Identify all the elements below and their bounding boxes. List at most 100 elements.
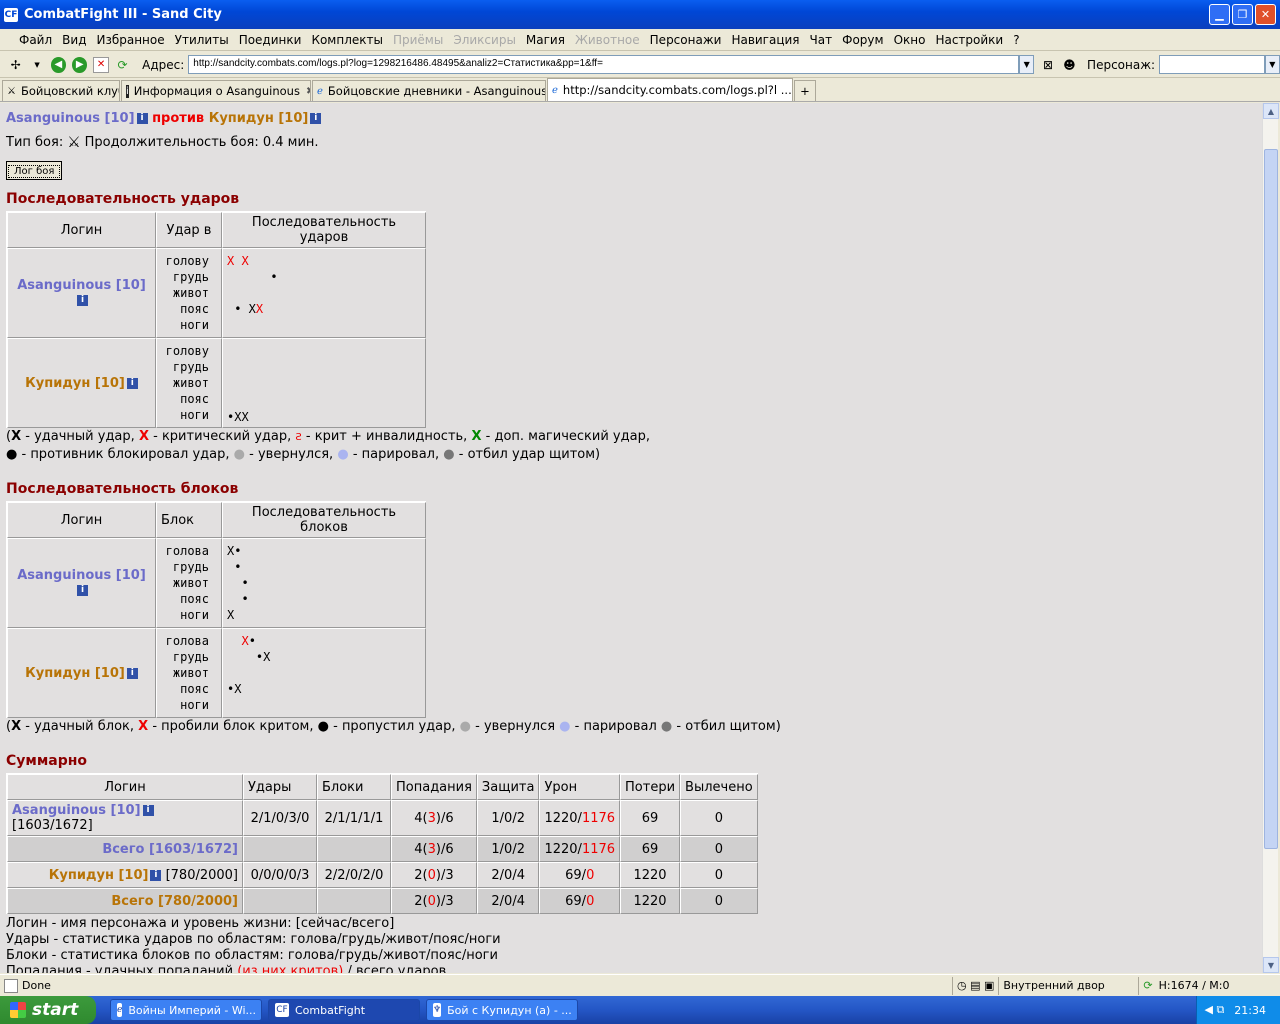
menu-item-10[interactable]: Персонажи	[645, 33, 727, 47]
system-tray: ◀ ⧉ 21:34	[1196, 996, 1280, 1024]
ie-icon: ℯ	[317, 85, 323, 97]
summary-title: Суммарно	[6, 753, 88, 769]
back-icon[interactable]: ◀	[50, 56, 67, 73]
tab-log[interactable]: ℯ http://sandcity.combats.com/logs.pl?l .…	[547, 78, 793, 101]
p1-block-sequence: X• • • • X	[222, 538, 426, 628]
minimize-button[interactable]: ▁	[1209, 4, 1230, 25]
page-content: Asanguinous [10] i против Купидун [10] i Т…	[0, 103, 1262, 973]
menu-item-14[interactable]: Окно	[889, 33, 931, 47]
dropdown-arrow-icon[interactable]: ▼	[29, 57, 44, 73]
menu-item-15[interactable]: Настройки	[930, 33, 1008, 47]
menu-item-3[interactable]: Утилиты	[170, 33, 234, 47]
player2-link[interactable]: Купидун [10]	[25, 666, 125, 681]
menu-item-5[interactable]: Комплекты	[306, 33, 388, 47]
blocks-table: Логин Блок Последовательность блоков Asa…	[6, 501, 426, 718]
task-combatfight[interactable]: CF CombatFight	[268, 999, 420, 1021]
task-fight[interactable]: ♆ Бой с Купидун (а) - ...	[426, 999, 578, 1021]
person-dropdown-icon[interactable]: ▼	[1264, 55, 1280, 74]
p2-block-sequence: X• •X •X	[222, 628, 426, 718]
status-icons: ◷ ▤ ▣	[952, 976, 998, 995]
maximize-button[interactable]: ❐	[1232, 4, 1253, 25]
address-dropdown-icon[interactable]: ▼	[1018, 55, 1035, 74]
menu-item-9[interactable]: Животное	[570, 33, 645, 47]
table-row: Всего [1603/1672] 4(3)/6 1/0/2 1220/1176…	[7, 836, 758, 862]
fight-meta: Тип боя: ⚔ Продолжительность боя: 0.4 ми…	[6, 133, 319, 151]
player2-link[interactable]: Купидун [10]	[209, 111, 309, 126]
hits-table: Логин Удар в Последовательность ударов A…	[6, 211, 426, 428]
menu-item-0[interactable]: Файл	[14, 33, 57, 47]
menu-item-16[interactable]: ?	[1008, 33, 1024, 47]
crossed-swords-icon: ⚔	[7, 85, 16, 97]
menu-item-6[interactable]: Приёмы	[388, 33, 448, 47]
clear-icon[interactable]: ⊠	[1040, 57, 1055, 73]
versus-label: против	[152, 111, 205, 126]
info-icon[interactable]: i	[136, 113, 148, 124]
location-text: Внутренний двор	[998, 976, 1138, 995]
crossed-swords-icon: ⚔	[67, 133, 81, 151]
menu-item-7[interactable]: Эликсиры	[448, 33, 521, 47]
clock: 21:34	[1234, 1003, 1266, 1017]
address-toolbar: ✢ ▼ ◀ ▶ ✕ ⟳ Адрес: http://sandcity.comba…	[0, 52, 1280, 78]
scroll-thumb[interactable]	[1264, 149, 1278, 849]
p1-hit-sequence: X X • • XX	[222, 248, 426, 338]
player1-link[interactable]: Asanguinous [10]	[12, 803, 141, 818]
player1-link[interactable]: Asanguinous [10]	[17, 568, 146, 583]
info-icon[interactable]: i	[142, 805, 154, 816]
tab-fight-club[interactable]: ⚔ Бойцовский клуб	[2, 80, 120, 101]
ie-icon: ℯ	[552, 84, 558, 96]
refresh-icon[interactable]: ⟳	[115, 57, 130, 73]
start-button[interactable]: start	[0, 996, 96, 1024]
pin-icon[interactable]: ✢	[8, 57, 23, 73]
menu-item-1[interactable]: Вид	[57, 33, 91, 47]
menu-bar: Файл Вид Избранное Утилиты Поединки Комплекты…	[0, 29, 1280, 51]
address-label: Адрес:	[142, 57, 185, 72]
menu-item-13[interactable]: Форум	[837, 33, 888, 47]
player1-link[interactable]: Asanguinous [10]	[17, 278, 146, 293]
menu-item-12[interactable]: Чат	[805, 33, 838, 47]
tab-diaries[interactable]: ℯБойцовские дневники - Asanguinous✖	[312, 80, 546, 101]
p2-hit-sequence: •XX	[222, 338, 426, 428]
fight-header: Asanguinous [10] i против Купидун [10] i	[6, 111, 1256, 129]
menu-item-4[interactable]: Поединки	[234, 33, 307, 47]
forward-icon[interactable]: ▶	[72, 56, 88, 73]
persons-icon[interactable]: ☻	[1062, 57, 1077, 73]
window-title: CombatFight III - Sand City	[24, 7, 222, 22]
info-icon: i	[126, 84, 129, 98]
ie-icon: ℯ	[117, 1003, 123, 1017]
info-icon[interactable]: i	[77, 295, 88, 306]
player1-link[interactable]: Asanguinous [10]	[6, 111, 135, 126]
close-tab-icon[interactable]: ✖	[306, 86, 310, 97]
player2-link[interactable]: Купидун [10]	[25, 376, 125, 391]
table-row: Купидун [10] i [780/2000] 0/0/0/0/3 2/2/0…	[7, 862, 758, 888]
taskbar: start ℯ Войны Империй - Wi... CF CombatFig…	[0, 996, 1280, 1024]
scroll-up-icon[interactable]: ▲	[1263, 103, 1279, 119]
person-select[interactable]	[1159, 55, 1265, 74]
close-button[interactable]: ✕	[1255, 4, 1276, 25]
hit-areas: голову грудь живот пояс ноги	[156, 248, 222, 338]
person-label: Персонаж:	[1087, 57, 1156, 72]
table-row: Asanguinous [10] i [1603/1672] 2/1/0/3/0 …	[7, 800, 758, 836]
info-icon[interactable]: i	[77, 585, 88, 596]
menu-item-11[interactable]: Навигация	[726, 33, 804, 47]
stop-icon[interactable]: ✕	[93, 56, 109, 73]
new-tab-button[interactable]: +	[794, 80, 816, 101]
tab-info[interactable]: iИнформация о Asanguinous✖	[121, 80, 311, 101]
fight-log-button[interactable]: Лог боя	[6, 161, 63, 180]
summary-notes: Логин - имя персонажа и уровень жизни: […	[6, 916, 501, 973]
table-row: Всего [780/2000] 2(0)/3 2/0/4 69/0 1220 …	[7, 888, 758, 914]
info-icon[interactable]: i	[126, 377, 138, 389]
vertical-scrollbar[interactable]: ▲ ▼	[1262, 103, 1279, 973]
hits-title: Последовательность ударов	[6, 191, 240, 207]
info-icon[interactable]: i	[126, 667, 138, 679]
scroll-down-icon[interactable]: ▼	[1263, 957, 1279, 973]
task-wars[interactable]: ℯ Войны Империй - Wi...	[110, 999, 262, 1021]
info-icon[interactable]: i	[150, 869, 162, 881]
player2-link[interactable]: Купидун [10]	[49, 868, 149, 883]
address-input[interactable]: http://sandcity.combats.com/logs.pl?log=…	[188, 55, 1019, 74]
window-titlebar: CF CombatFight III - Sand City ▁ ❐ ✕	[0, 0, 1280, 29]
menu-item-8[interactable]: Магия	[521, 33, 570, 47]
windows-flag-icon	[10, 1002, 26, 1018]
cf-app-icon: CF	[4, 7, 18, 22]
info-icon[interactable]: i	[310, 113, 322, 124]
menu-item-2[interactable]: Избранное	[91, 33, 169, 47]
